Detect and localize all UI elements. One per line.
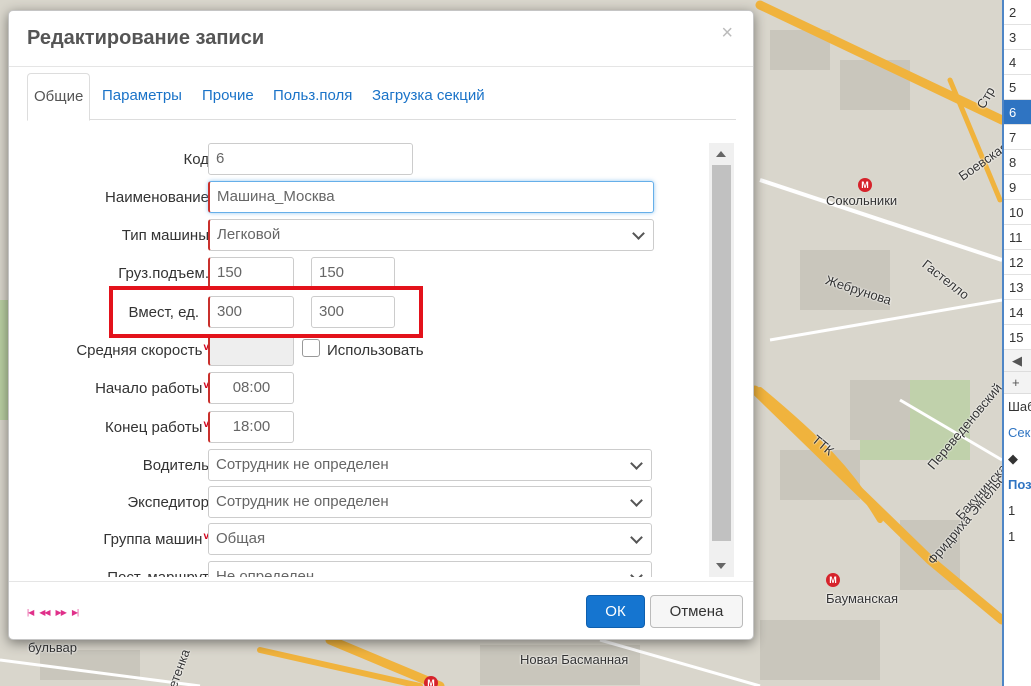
tab-bar: Общие Параметры Прочие Польз.поля Загруз… — [27, 73, 736, 121]
list-item[interactable]: 2 — [1004, 0, 1031, 25]
driver-label: Водитель — [142, 457, 209, 474]
route-label: Пост. маршрут — [107, 569, 209, 577]
use-checkbox[interactable] — [302, 339, 320, 357]
cancel-button[interactable]: Отмена — [650, 595, 743, 628]
chevron-down-icon — [630, 569, 643, 577]
list-item[interactable]: 14 — [1004, 300, 1031, 325]
list-item[interactable]: 8 — [1004, 150, 1031, 175]
map-label-novaya-basmannaya: Новая Басманная — [520, 652, 629, 667]
side-link-sections[interactable]: Сек — [1004, 420, 1031, 446]
driver-select[interactable]: Сотрудник не определен — [208, 449, 652, 481]
forwarder-select[interactable]: Сотрудник не определен — [208, 486, 652, 518]
vehicle-type-select[interactable]: Легковой — [208, 219, 654, 251]
first-record-icon[interactable]: |◀ — [27, 608, 34, 617]
add-icon[interactable]: + — [1004, 372, 1031, 394]
avg-speed-input[interactable] — [208, 334, 294, 366]
start-time-label: Начало работыv — [95, 380, 209, 397]
driver-value: Сотрудник не определен — [216, 456, 389, 473]
chevron-down-icon — [632, 227, 645, 240]
list-item[interactable]: 1 — [1004, 498, 1031, 524]
tab-user-fields[interactable]: Польз.поля — [273, 73, 352, 120]
list-item[interactable]: 7 — [1004, 125, 1031, 150]
end-time-label: Конец работыv — [105, 419, 209, 436]
name-input[interactable]: Машина_Москва — [208, 181, 654, 213]
dialog-title: Редактирование записи — [27, 27, 265, 49]
highlight-box — [109, 286, 423, 338]
chevron-down-icon — [630, 457, 643, 470]
scroll-down-icon[interactable] — [716, 563, 726, 569]
ok-button[interactable]: ОК — [586, 595, 645, 628]
last-record-icon[interactable]: ▶| — [72, 608, 79, 617]
list-item[interactable]: 10 — [1004, 200, 1031, 225]
prev-record-icon[interactable]: ◀◀ — [39, 608, 50, 617]
side-panel: 2 3 4 5 6 7 8 9 10 11 12 13 14 15 ◀ + Ша… — [1002, 0, 1031, 686]
scrollbar-thumb[interactable] — [712, 165, 731, 541]
capacity-input-1[interactable]: 150 — [208, 257, 294, 289]
tag-icon[interactable]: ◆ — [1004, 446, 1031, 472]
map-label-bulvar: бульвар — [28, 640, 77, 655]
route-select[interactable]: Не определен — [208, 561, 652, 577]
forwarder-label: Экспедитор — [127, 494, 209, 511]
group-value: Общая — [216, 530, 266, 547]
edit-record-dialog: Редактирование записи × Общие Параметры … — [8, 10, 754, 640]
form-general: Код 6 Наименование Машина_Москва Тип маш… — [27, 143, 721, 577]
chevron-down-icon — [630, 531, 643, 544]
code-label: Код — [183, 151, 209, 168]
capacity-label: Груз.подъем. — [118, 265, 209, 282]
metro-icon[interactable]: М — [424, 676, 438, 686]
list-item[interactable]: 9 — [1004, 175, 1031, 200]
metro-icon[interactable]: М — [858, 178, 872, 192]
list-item[interactable]: 4 — [1004, 50, 1031, 75]
side-text-template: Шаб — [1008, 399, 1031, 414]
tab-section-loading[interactable]: Загрузка секций — [372, 73, 485, 120]
list-item-selected[interactable]: 6 — [1004, 100, 1031, 125]
end-time-input[interactable]: 18:00 — [208, 411, 294, 443]
route-value: Не определен — [216, 568, 315, 577]
group-label: Группа машинv — [103, 531, 209, 548]
side-header-positions: Поз — [1008, 477, 1031, 492]
vehicle-type-label: Тип машины — [121, 227, 209, 244]
avg-speed-label: Средняя скоростьv — [76, 342, 209, 359]
use-checkbox-label: Использовать — [327, 342, 424, 359]
list-item[interactable]: 15 — [1004, 325, 1031, 350]
map-label-sokolniki: Сокольники — [826, 193, 898, 208]
record-pager: |◀ ◀◀ ▶▶ ▶| — [27, 608, 79, 617]
forwarder-value: Сотрудник не определен — [216, 493, 389, 510]
start-time-input[interactable]: 08:00 — [208, 372, 294, 404]
next-record-icon[interactable]: ▶▶ — [56, 608, 67, 617]
close-icon[interactable]: × — [721, 22, 733, 45]
divider — [9, 66, 753, 67]
list-item[interactable]: 1 — [1004, 524, 1031, 550]
list-item[interactable]: 12 — [1004, 250, 1031, 275]
map-label-baumanskaya: Бауманская — [826, 591, 899, 606]
tab-other[interactable]: Прочие — [202, 73, 254, 120]
tab-parameters[interactable]: Параметры — [102, 73, 182, 120]
metro-icon[interactable]: М — [826, 573, 840, 587]
list-item[interactable]: 13 — [1004, 275, 1031, 300]
list-item[interactable]: 3 — [1004, 25, 1031, 50]
scroll-left-icon[interactable]: ◀ — [1004, 350, 1031, 372]
form-scrollbar[interactable] — [709, 143, 734, 577]
chevron-down-icon — [630, 494, 643, 507]
scroll-up-icon[interactable] — [716, 151, 726, 157]
list-item[interactable]: 5 — [1004, 75, 1031, 100]
list-item[interactable]: 11 — [1004, 225, 1031, 250]
vehicle-type-value: Легковой — [217, 226, 281, 243]
name-label: Наименование — [105, 189, 209, 206]
group-select[interactable]: Общая — [208, 523, 652, 555]
code-input[interactable]: 6 — [208, 143, 413, 175]
tab-general[interactable]: Общие — [27, 73, 91, 121]
capacity-input-2[interactable]: 150 — [311, 257, 395, 289]
divider — [9, 581, 753, 582]
